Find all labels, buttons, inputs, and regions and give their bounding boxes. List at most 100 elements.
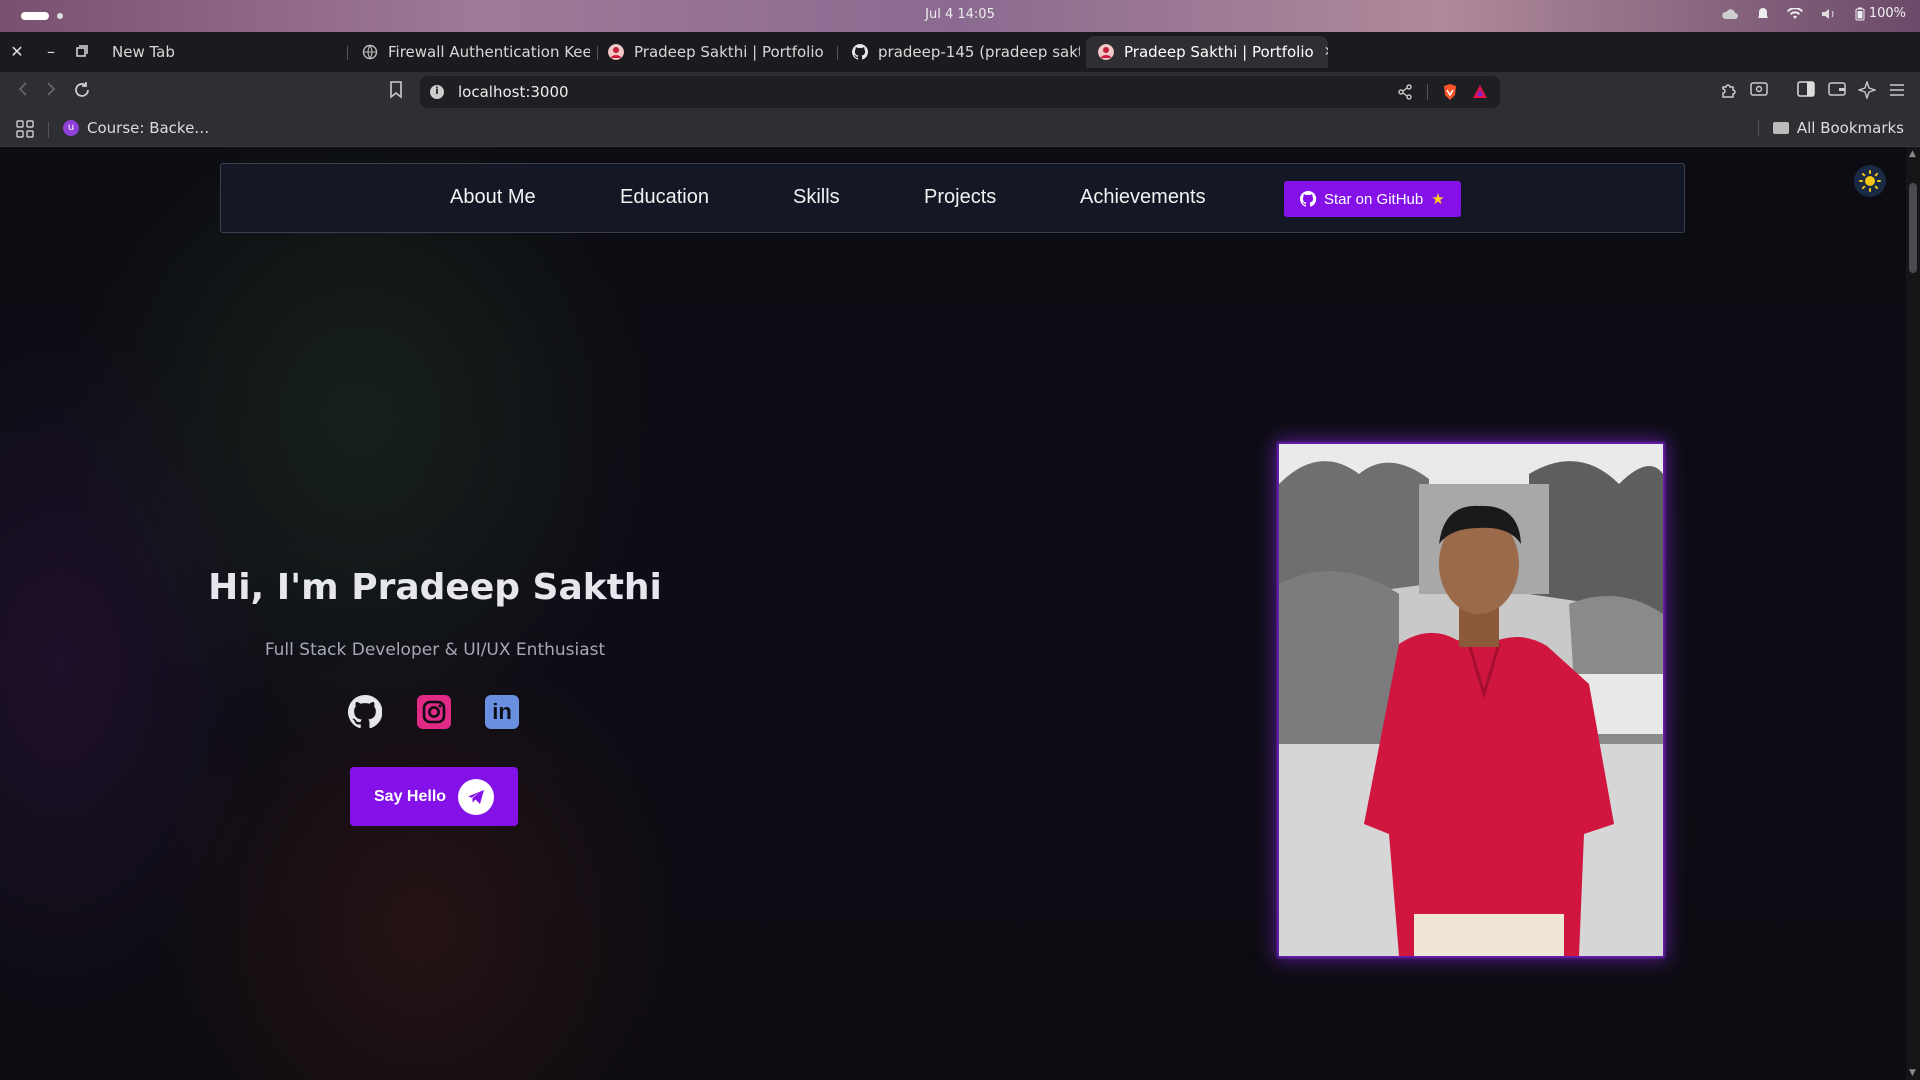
battery-percent: 100% [1868, 6, 1906, 21]
chevron-right-icon [47, 82, 56, 96]
tab-title: Firewall Authentication Keep [388, 43, 590, 61]
tab-strip: ✕ – New Tab Firewall Authentication Keep… [0, 32, 1920, 96]
say-hello-button[interactable]: Say Hello [350, 767, 518, 826]
tab-portfolio-active[interactable]: Pradeep Sakthi | Portfolio ✕ [1086, 36, 1328, 68]
bookmark-page-icon[interactable] [385, 81, 407, 103]
site-navbar: About Me Education Skills Projects Achie… [220, 163, 1685, 233]
close-tab-icon[interactable]: ✕ [1324, 44, 1328, 60]
tab-divider [837, 46, 838, 60]
address-bar-actions [1397, 83, 1500, 101]
instagram-link[interactable] [417, 695, 451, 729]
screenshot-icon [1750, 82, 1768, 96]
nav-skills[interactable]: Skills [793, 186, 840, 209]
hamburger-icon [1890, 84, 1904, 96]
page-scrollbar[interactable]: ▲ ▼ [1906, 147, 1920, 1080]
scrollbar-thumb[interactable] [1909, 183, 1917, 273]
minimize-window-icon[interactable]: – [41, 42, 61, 62]
tab-divider [347, 46, 348, 60]
bookmarks-bar: u Course: Backe… All Bookmarks [0, 112, 1920, 147]
hero-title: Hi, I'm Pradeep Sakthi [208, 567, 662, 608]
back-icon[interactable] [12, 81, 34, 103]
system-tray[interactable]: 100% [1721, 6, 1906, 21]
instagram-icon [422, 700, 446, 724]
tab-title: New Tab [112, 43, 175, 61]
all-bookmarks-button[interactable]: All Bookmarks [1757, 119, 1904, 137]
brave-shields-icon[interactable] [1442, 83, 1458, 101]
bookmarks-divider [48, 122, 49, 138]
cloud-icon [1722, 8, 1738, 19]
nav-education[interactable]: Education [620, 186, 709, 209]
profile-photo [1279, 444, 1663, 956]
send-icon-wrapper [458, 778, 495, 815]
bookmark-course[interactable]: u Course: Backe… [63, 119, 209, 137]
divider [1757, 120, 1759, 136]
close-window-icon[interactable]: ✕ [7, 42, 27, 62]
system-clock[interactable]: Jul 4 14:05 [0, 7, 1920, 22]
wallet-glyph-icon [1828, 82, 1846, 96]
sun-icon [1859, 170, 1881, 192]
sparkle-icon [1856, 79, 1878, 101]
nav-about-me[interactable]: About Me [450, 186, 536, 209]
address-bar[interactable]: i localhost:3000 [420, 76, 1500, 108]
star-on-github-button[interactable]: Star on GitHub ★ [1284, 181, 1461, 217]
battery-icon [1855, 7, 1865, 20]
browser-toolbar: i localhost:3000 [0, 72, 1920, 112]
volume-icon [1821, 8, 1834, 19]
globe-icon [362, 44, 378, 60]
nav-achievements[interactable]: Achievements [1080, 186, 1206, 209]
sidebar-toggle-icon[interactable] [1795, 81, 1817, 103]
course-favicon: u [63, 120, 79, 136]
bookmark-label: Course: Backe… [87, 119, 210, 137]
menu-icon[interactable] [1886, 81, 1908, 103]
extensions-icon[interactable] [1718, 81, 1740, 103]
say-hello-label: Say Hello [374, 787, 447, 805]
theme-toggle-button[interactable] [1854, 165, 1886, 197]
tab-title: pradeep-145 (pradeep sakthi [878, 43, 1080, 61]
folder-icon [1772, 122, 1789, 134]
puzzle-icon [1722, 84, 1736, 98]
url-text[interactable]: localhost:3000 [458, 83, 569, 101]
tab-new-tab[interactable]: New Tab [100, 36, 340, 68]
wallet-icon[interactable] [1826, 81, 1848, 103]
nav-projects[interactable]: Projects [924, 186, 996, 209]
refresh-icon [75, 82, 89, 97]
wifi-icon [1786, 7, 1803, 19]
restore-window-icon[interactable] [72, 42, 92, 62]
reader-mode-icon[interactable] [1748, 81, 1770, 103]
share-icon[interactable] [1397, 84, 1413, 100]
hero-subtitle: Full Stack Developer & UI/UX Enthusiast [264, 640, 606, 660]
portfolio-favicon [608, 44, 624, 60]
reload-icon[interactable] [71, 81, 93, 103]
tab-github-profile[interactable]: pradeep-145 (pradeep sakthi [840, 36, 1080, 68]
brave-rewards-icon[interactable] [1472, 84, 1488, 100]
profile-photo-illustration [1279, 444, 1663, 956]
apps-grid-icon[interactable] [16, 120, 34, 138]
tab-portfolio[interactable]: Pradeep Sakthi | Portfolio [596, 36, 836, 68]
leo-ai-icon[interactable] [1856, 79, 1878, 103]
star-icon: ★ [1431, 191, 1445, 208]
linkedin-link[interactable]: in [485, 695, 519, 729]
bookmark-icon [390, 81, 402, 99]
page-viewport: About Me Education Skills Projects Achie… [0, 147, 1920, 1080]
restore-icon [76, 45, 88, 57]
linkedin-icon: in [492, 699, 512, 724]
scroll-down-icon[interactable]: ▼ [1909, 1068, 1916, 1078]
tab-title: Pradeep Sakthi | Portfolio [634, 43, 824, 61]
github-icon [852, 44, 868, 60]
github-link[interactable] [347, 694, 383, 729]
github-icon [1300, 191, 1316, 207]
chevron-left-icon [18, 82, 27, 96]
tab-title: Pradeep Sakthi | Portfolio [1124, 43, 1314, 61]
divider [1427, 84, 1428, 100]
os-top-bar: Jul 4 14:05 100% [0, 0, 1920, 32]
battery-indicator: 100% [1855, 6, 1906, 21]
sidebar-icon [1797, 81, 1815, 97]
portfolio-favicon [1098, 44, 1114, 60]
scroll-up-icon[interactable]: ▲ [1909, 149, 1916, 159]
forward-icon[interactable] [40, 81, 62, 103]
all-bookmarks-label: All Bookmarks [1796, 119, 1904, 137]
tab-firewall[interactable]: Firewall Authentication Keep [350, 36, 590, 68]
site-info-icon[interactable]: i [430, 85, 444, 99]
github-icon [347, 694, 383, 729]
notification-icon [1757, 7, 1768, 18]
